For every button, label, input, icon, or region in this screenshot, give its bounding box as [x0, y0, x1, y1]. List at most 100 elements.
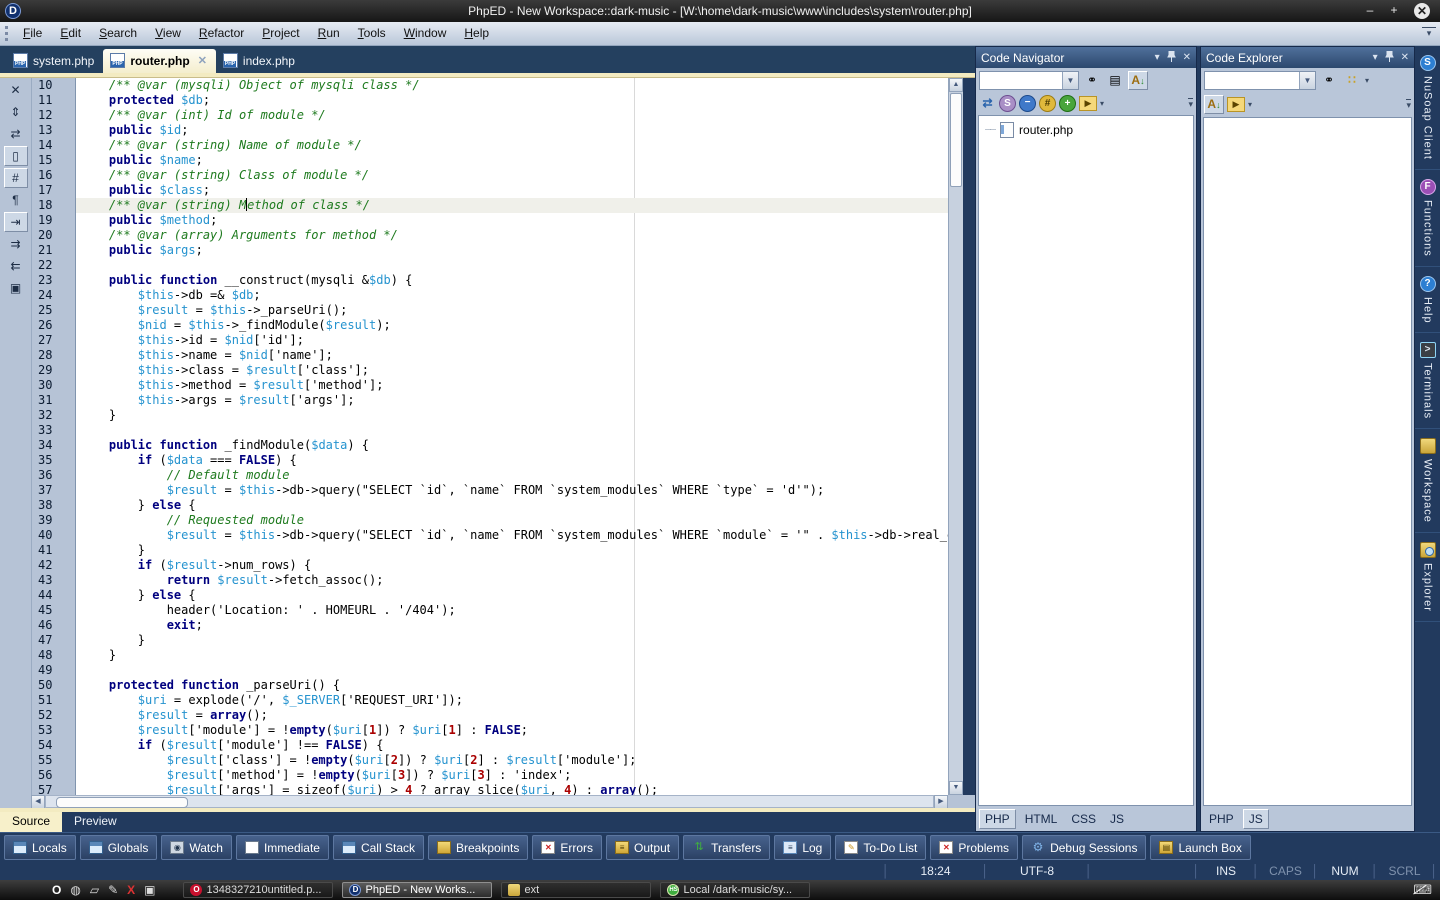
scroll-left-icon[interactable]: ◀ — [31, 795, 45, 809]
close-view-icon[interactable]: ✕ — [4, 80, 28, 100]
vertical-scrollbar[interactable]: ▲ ▼ — [948, 78, 963, 795]
gutter-line-number[interactable]: 15 — [32, 153, 75, 168]
list-view-icon[interactable]: ▤ — [1105, 71, 1125, 90]
side-tab-help[interactable]: ?Help — [1415, 267, 1440, 334]
debug-button-errors[interactable]: ✕Errors — [532, 835, 602, 860]
exp-lang-tab-js[interactable]: JS — [1243, 809, 1269, 829]
nav-lang-tab-js[interactable]: JS — [1105, 810, 1129, 828]
debug-button-launch-box[interactable]: ▤Launch Box — [1150, 835, 1250, 860]
xterm-icon[interactable]: X — [127, 881, 135, 899]
split-view-icon[interactable]: ⇕ — [4, 102, 28, 122]
gutter-line-number[interactable]: 16 — [32, 168, 75, 183]
binoculars-icon[interactable]: ⚭ — [1082, 71, 1102, 90]
gutter-line-number[interactable]: 49 — [32, 663, 75, 678]
debug-button-output[interactable]: ≡Output — [606, 835, 679, 860]
debug-button-locals[interactable]: Locals — [4, 835, 76, 860]
menu-item-tools[interactable]: Tools — [349, 22, 395, 44]
debug-button-immediate[interactable]: Immediate — [236, 835, 329, 860]
taskbar-item[interactable]: DPhpED - New Works... — [342, 882, 492, 898]
panel-close-icon[interactable]: ✕ — [1183, 52, 1191, 63]
debug-button-breakpoints[interactable]: Breakpoints — [428, 835, 528, 860]
horizontal-scrollbar[interactable]: ◀ ▶ — [0, 795, 975, 808]
pin-icon[interactable] — [1385, 51, 1394, 65]
gutter-line-number[interactable]: 48 — [32, 648, 75, 663]
gutter-line-number[interactable]: 17 — [32, 183, 75, 198]
nav-lang-tab-css[interactable]: CSS — [1066, 810, 1101, 828]
gutter-line-number[interactable]: 10 — [32, 78, 75, 93]
gutter-line-number[interactable]: 24 — [32, 288, 75, 303]
opera-quick-icon[interactable]: O — [52, 881, 61, 899]
gutter-line-number[interactable]: 12 — [32, 108, 75, 123]
gutter-line-number[interactable]: 36 — [32, 468, 75, 483]
send-to-icon[interactable]: ▶ — [1079, 96, 1097, 111]
menu-item-window[interactable]: Window — [395, 22, 456, 44]
panel-menu-icon[interactable]: ▾ — [1155, 52, 1160, 63]
input-language-icon[interactable]: ⌨ — [1413, 882, 1432, 898]
gutter-line-number[interactable]: 29 — [32, 363, 75, 378]
minimize-button[interactable]: – — [1362, 3, 1378, 19]
preview-monitor-icon[interactable]: ▣ — [4, 278, 28, 298]
line-numbers-icon[interactable]: # — [4, 168, 28, 188]
debug-button-watch[interactable]: ◉Watch — [161, 835, 232, 860]
taskbar-item[interactable]: HSLocal /dark-music/sy... — [660, 882, 810, 898]
gutter-line-number[interactable]: 34 — [32, 438, 75, 453]
tab-source[interactable]: Source — [0, 812, 62, 832]
horizontal-scroll-thumb[interactable] — [56, 797, 188, 808]
gutter-line-number[interactable]: 11 — [32, 93, 75, 108]
taskbar-item[interactable]: ext — [501, 882, 651, 898]
vertical-scroll-thumb[interactable] — [950, 93, 962, 187]
scroll-down-icon[interactable]: ▼ — [949, 781, 963, 795]
dropdown-arrow-icon[interactable]: ▾ — [1248, 100, 1252, 109]
scroll-up-icon[interactable]: ▲ — [949, 78, 963, 92]
indent-icon[interactable]: ⇉ — [4, 234, 28, 254]
gutter-line-number[interactable]: 56 — [32, 768, 75, 783]
gutter-line-number[interactable]: 33 — [32, 423, 75, 438]
file-tab-index-php[interactable]: index.php — [216, 49, 304, 73]
gutter-line-number[interactable]: 35 — [32, 453, 75, 468]
notes-icon[interactable]: ✎ — [108, 881, 118, 899]
debug-button-globals[interactable]: Globals — [80, 835, 158, 860]
gutter-line-number[interactable]: 14 — [32, 138, 75, 153]
word-wrap-icon[interactable]: ⇄ — [4, 124, 28, 144]
gutter-line-number[interactable]: 19 — [32, 213, 75, 228]
debug-button-to-do-list[interactable]: ✎To-Do List — [835, 835, 926, 860]
gutter-line-number[interactable]: 30 — [32, 378, 75, 393]
menu-overflow-icon[interactable]: ▾ — [1422, 27, 1436, 42]
tab-close-icon[interactable]: ✕ — [198, 54, 207, 67]
combo-dropdown-icon[interactable]: ▼ — [1062, 72, 1078, 89]
panel-menu-icon[interactable]: ▾ — [1373, 52, 1378, 63]
debug-button-log[interactable]: ≡Log — [774, 835, 831, 860]
toolbar-grip[interactable] — [5, 26, 11, 41]
maximize-button[interactable]: + — [1386, 3, 1402, 19]
gutter-line-number[interactable]: 23 — [32, 273, 75, 288]
menu-item-view[interactable]: View — [146, 22, 190, 44]
gutter-line-number[interactable]: 46 — [32, 618, 75, 633]
file-tab-system-php[interactable]: system.php — [6, 49, 103, 73]
scope-protected-icon[interactable]: # — [1039, 95, 1056, 112]
code-editor[interactable]: /** @var (mysqli) Object of mysqli class… — [76, 78, 948, 795]
menu-item-run[interactable]: Run — [309, 22, 349, 44]
gutter-line-number[interactable]: 43 — [32, 573, 75, 588]
side-tab-terminals[interactable]: >Terminals — [1415, 333, 1440, 429]
dropdown-arrow-icon[interactable]: ▾ — [1365, 76, 1369, 85]
gutter-line-number[interactable]: 28 — [32, 348, 75, 363]
gutter-line-number[interactable]: 45 — [32, 603, 75, 618]
gutter-line-number[interactable]: 31 — [32, 393, 75, 408]
gutter-line-number[interactable]: 42 — [32, 558, 75, 573]
gutter-line-number[interactable]: 50 — [32, 678, 75, 693]
gutter-line-number[interactable]: 44 — [32, 588, 75, 603]
navigator-search-input[interactable] — [980, 72, 1062, 89]
gutter-line-number[interactable]: 52 — [32, 708, 75, 723]
menu-item-file[interactable]: File — [14, 22, 51, 44]
side-tab-explorer[interactable]: Explorer — [1415, 533, 1440, 622]
scope-private-icon[interactable]: − — [1019, 95, 1036, 112]
menu-item-help[interactable]: Help — [455, 22, 498, 44]
gutter-line-number[interactable]: 26 — [32, 318, 75, 333]
gutter-line-number[interactable]: 21 — [32, 243, 75, 258]
side-tab-nusoap-client[interactable]: SNuSoap Client — [1415, 46, 1440, 170]
gutter-line-number[interactable]: 22 — [32, 258, 75, 273]
gutter-line-number[interactable]: 55 — [32, 753, 75, 768]
exp-lang-tab-php[interactable]: PHP — [1204, 810, 1239, 828]
gutter-line-number[interactable]: 53 — [32, 723, 75, 738]
scroll-right-icon[interactable]: ▶ — [934, 795, 948, 809]
